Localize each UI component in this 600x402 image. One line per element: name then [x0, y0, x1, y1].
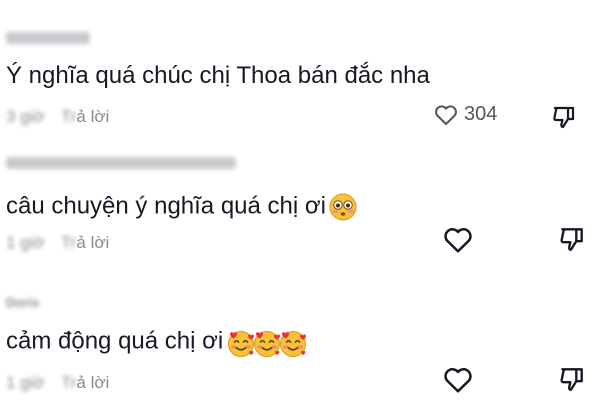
like-button[interactable]: [443, 226, 473, 254]
reply-label: ả lời: [76, 107, 110, 126]
reply-prefix: Tr: [60, 373, 77, 392]
comment-1: Ý nghĩa quá chúc chị Thoa bán đắc nha 3 …: [0, 0, 600, 135]
like-button[interactable]: [443, 366, 473, 394]
username-redacted: [6, 157, 236, 169]
thumbs-down-icon: [558, 225, 586, 253]
heart-outline-icon: [434, 104, 458, 126]
thumbs-down-icon: [558, 365, 586, 393]
reply-button[interactable]: Trả lời: [61, 233, 109, 252]
flushed-face-emoji: [328, 192, 358, 222]
dislike-button[interactable]: [558, 365, 586, 393]
heart-outline-icon: [443, 226, 473, 254]
emoji-row: [225, 327, 307, 357]
comment-meta: 1 giờ Trả lời: [6, 233, 109, 253]
comment-text: câu chuyện ý nghĩa quá chị ơi: [6, 192, 357, 222]
comment-3: Doris cảm động quá chị ơi 1 giờ Trả lời: [0, 265, 600, 402]
comment-text: cảm động quá chị ơi: [6, 327, 307, 357]
comment-meta: 1 giờ Trả lời: [6, 373, 109, 393]
comment-username[interactable]: Doris: [6, 295, 39, 310]
comment-time: 1 giờ: [6, 373, 45, 392]
reply-button[interactable]: Trả lời: [61, 107, 109, 126]
comment-text-content: câu chuyện ý nghĩa quá chị ơi: [6, 192, 326, 220]
emoji-row: [328, 192, 357, 222]
comment-text-content: cảm động quá chị ơi: [6, 327, 224, 355]
like-count: 304: [464, 103, 498, 125]
reply-label: ả lời: [76, 373, 110, 392]
comment-time: 1 giờ: [6, 233, 45, 252]
comment-time: 3 giờ: [6, 107, 45, 126]
smiling-face-with-hearts-emoji: [277, 327, 307, 357]
comment-2: câu chuyện ý nghĩa quá chị ơi 1 giờ Trả …: [0, 135, 600, 265]
comment-username[interactable]: [6, 32, 90, 46]
comment-text: Ý nghĩa quá chúc chị Thoa bán đắc nha: [6, 62, 430, 89]
username-redacted: [6, 32, 90, 44]
comment-meta: 3 giờ Trả lời: [6, 107, 109, 127]
heart-outline-icon: [443, 366, 473, 394]
reply-button[interactable]: Trả lời: [61, 373, 109, 392]
reply-label: ả lời: [76, 233, 110, 252]
comment-username[interactable]: [6, 157, 236, 171]
dislike-button[interactable]: [558, 225, 586, 253]
thumbs-down-icon: [551, 104, 577, 130]
reply-prefix: Tr: [60, 233, 77, 252]
dislike-button[interactable]: [551, 104, 577, 130]
reply-prefix: Tr: [60, 107, 77, 126]
like-button[interactable]: 304: [434, 103, 497, 126]
